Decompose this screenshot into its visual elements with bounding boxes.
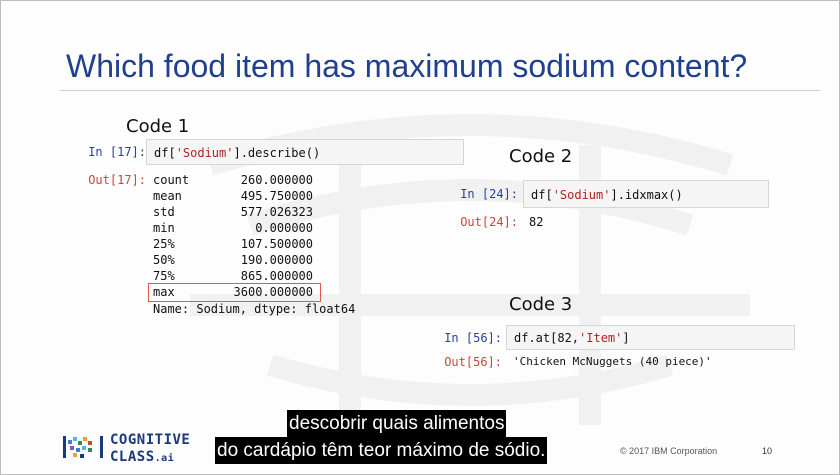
code2-input-cell[interactable]: df['Sodium'].idxmax() (523, 180, 769, 208)
describe-row-min: min 0.000000 (153, 221, 313, 235)
code1-code-prefix: df[ (154, 146, 176, 160)
describe-row-75: 75% 865.000000 (153, 269, 313, 283)
title-divider (60, 90, 820, 91)
code3-output: 'Chicken McNuggets (40 piece)' (513, 355, 712, 368)
describe-row-mean: mean 495.750000 (153, 189, 313, 203)
code3-in-prompt: In [56]: (444, 331, 502, 345)
describe-row-25: 25% 107.500000 (153, 237, 313, 251)
code1-in-prompt: In [17]: (88, 145, 146, 159)
subtitle-line-1: descobrir quais alimentos (287, 410, 507, 437)
cognitive-class-logo-icon (63, 436, 103, 458)
code1-label: Code 1 (126, 116, 190, 137)
describe-footer: Name: Sodium, dtype: float64 (153, 302, 356, 316)
code1-code-string: 'Sodium' (175, 146, 234, 160)
code3-code-suffix: ] (622, 331, 630, 345)
code2-code-suffix: ].idxmax() (610, 188, 683, 202)
code1-input-cell[interactable]: df['Sodium'].describe() (146, 139, 464, 165)
describe-row-count: count 260.000000 (153, 173, 313, 187)
code1-out-prompt: Out[17]: (88, 173, 146, 187)
code2-in-prompt: In [24]: (460, 187, 518, 201)
code2-code-string: 'Sodium' (552, 188, 611, 202)
code3-code-prefix: df.at[82, (514, 331, 580, 345)
code1-code-suffix: ].describe() (233, 146, 321, 160)
code2-code-prefix: df[ (531, 188, 553, 202)
slide-title: Which food item has maximum sodium conte… (66, 48, 748, 84)
code3-code-string: 'Item' (579, 331, 623, 345)
logo-text-cognitive: COGNITIVE (110, 432, 191, 448)
code3-input-cell[interactable]: df.at[82,'Item'] (506, 325, 795, 350)
slide-number: 10 (762, 446, 773, 456)
describe-row-50: 50% 190.000000 (153, 253, 313, 267)
logo-text-class: CLASS.ai (110, 449, 175, 465)
copyright-text: © 2017 IBM Corporation (620, 446, 718, 456)
code2-output: 82 (529, 215, 544, 229)
code2-out-prompt: Out[24]: (460, 215, 518, 229)
code3-out-prompt: Out[56]: (444, 355, 502, 369)
code3-label: Code 3 (509, 294, 573, 315)
code2-label: Code 2 (509, 146, 573, 167)
slide: Which food item has maximum sodium conte… (0, 0, 840, 475)
describe-row-std: std 577.026323 (153, 205, 313, 219)
max-highlight-box (148, 283, 321, 302)
subtitle-line-2: do cardápio têm teor máximo de sódio. (215, 437, 548, 464)
